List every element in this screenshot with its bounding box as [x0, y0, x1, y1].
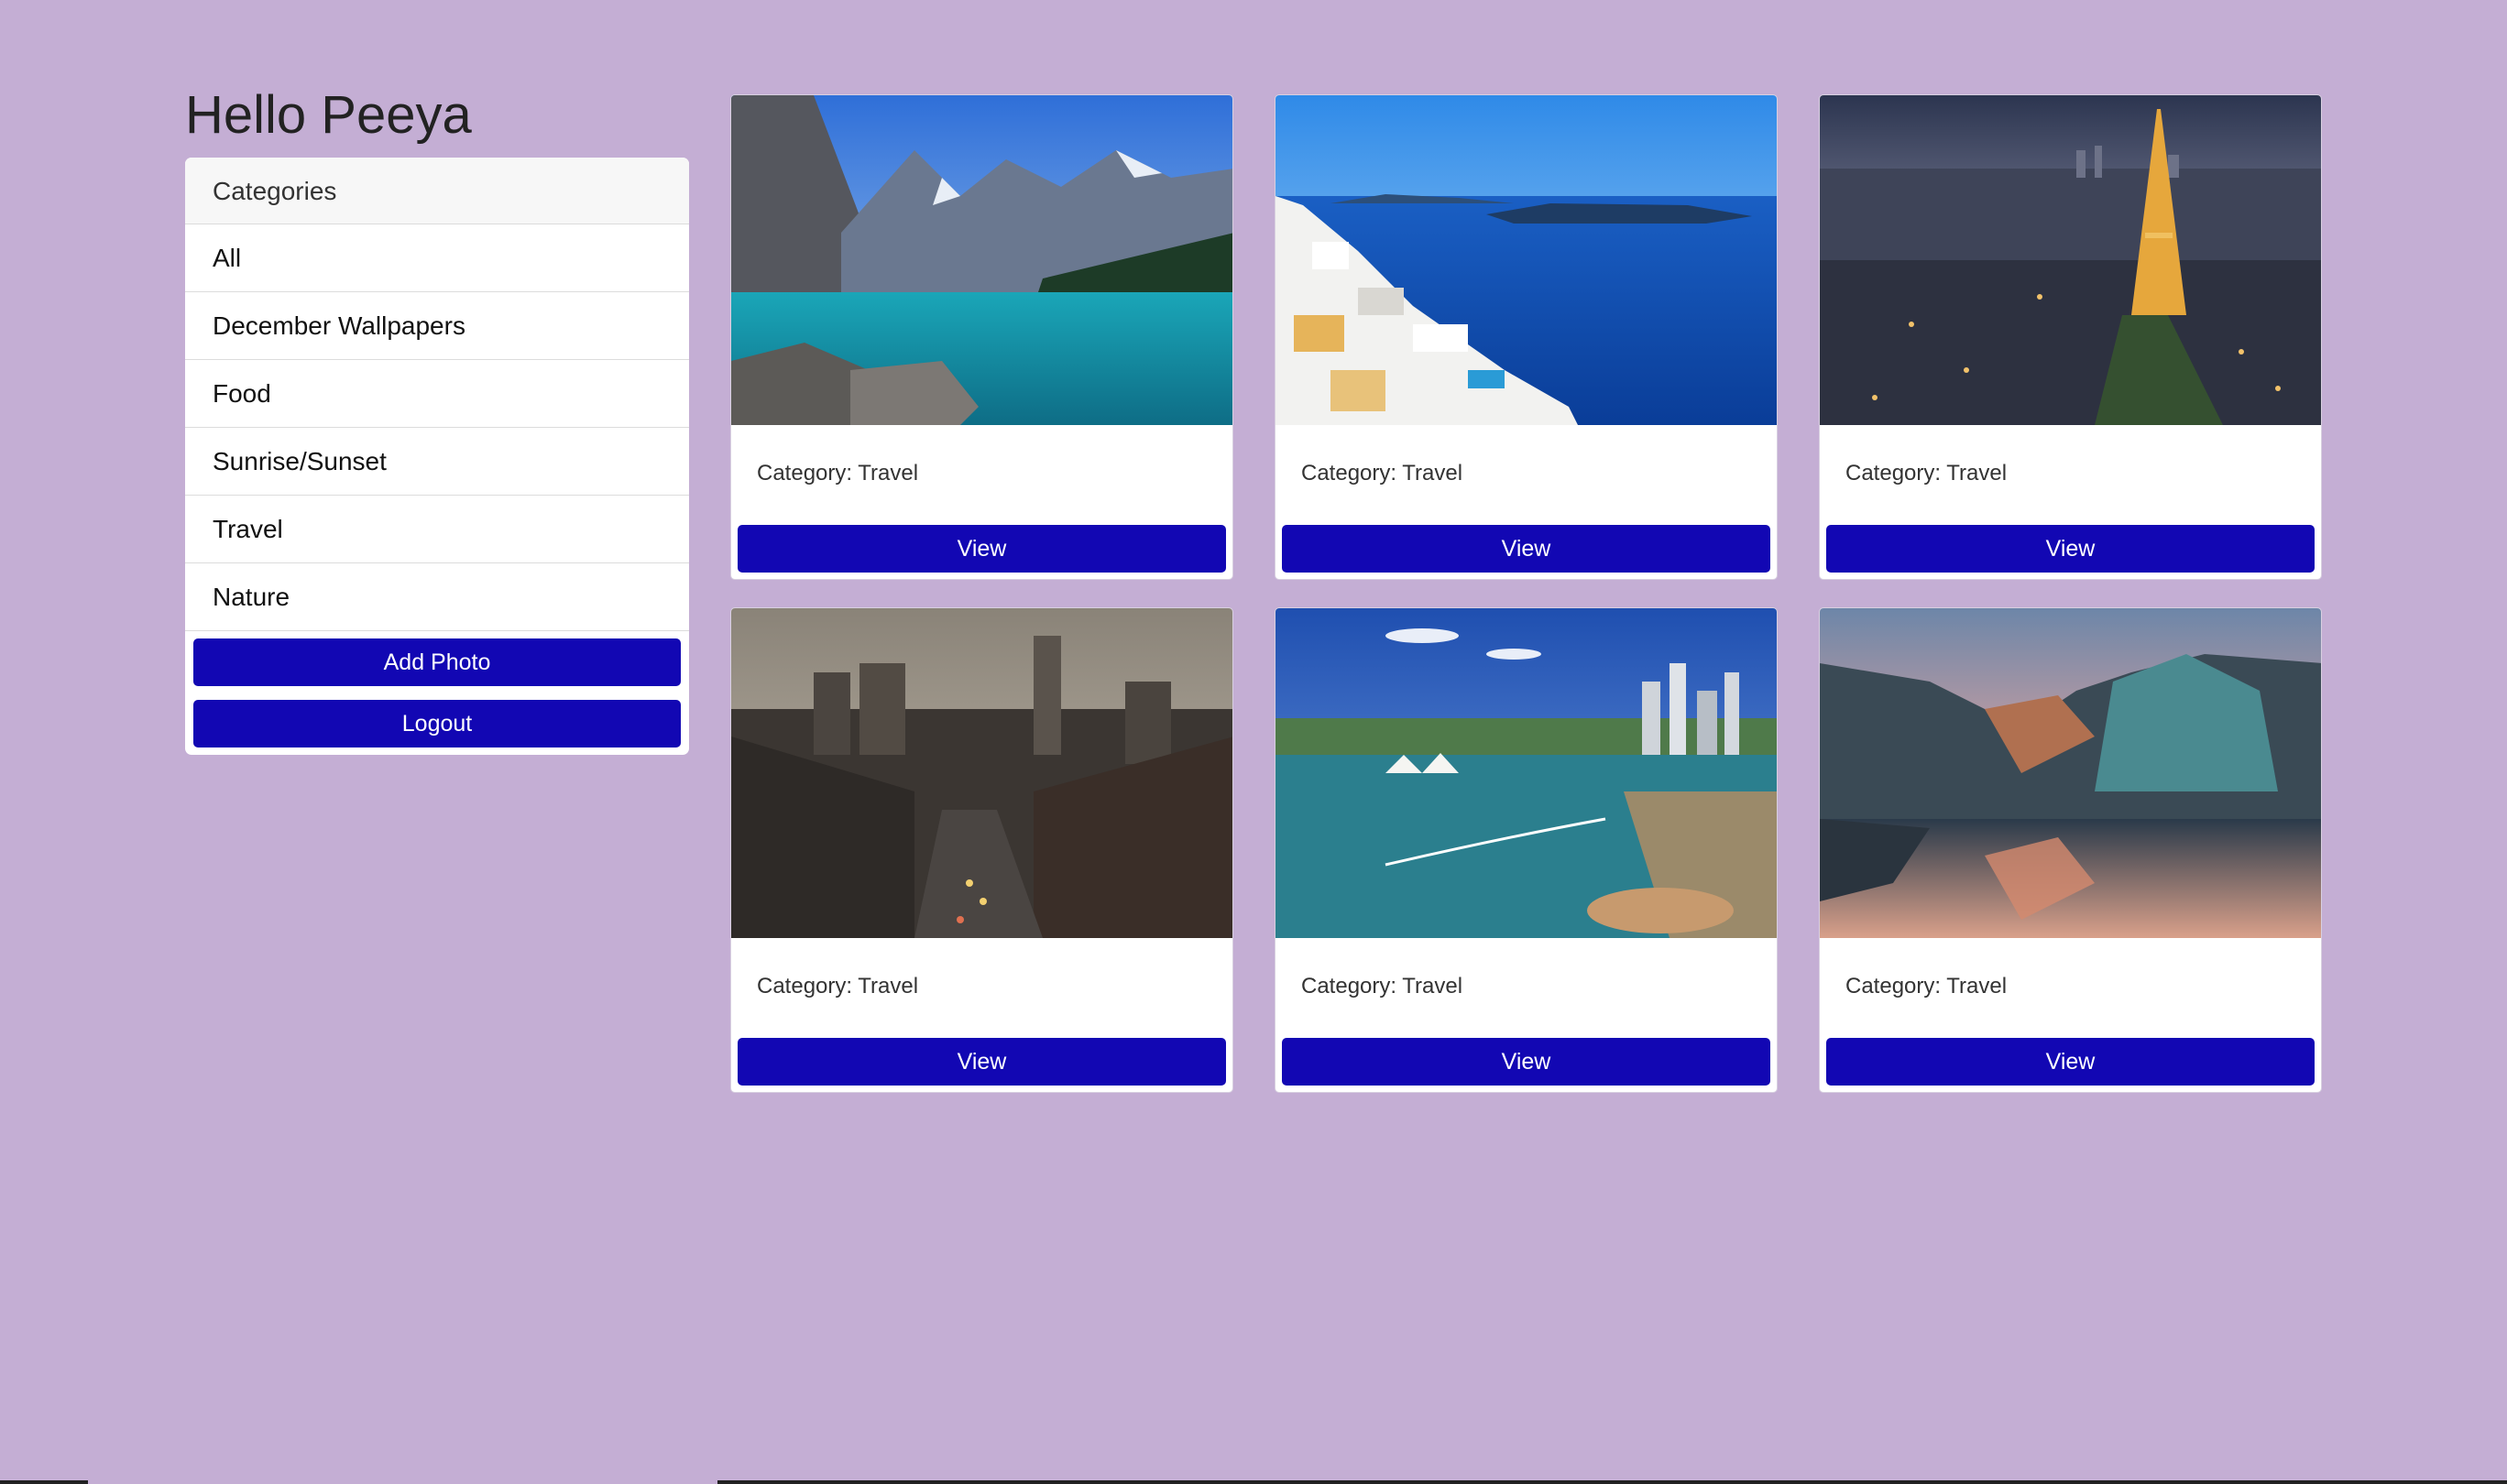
- category-item-sunrise-sunset[interactable]: Sunrise/Sunset: [185, 428, 689, 496]
- photo-thumbnail[interactable]: [1820, 608, 2321, 938]
- card-category-label: Category: Travel: [757, 461, 919, 486]
- photo-card: Category: Travel View: [730, 94, 1233, 580]
- add-photo-button[interactable]: Add Photo: [193, 638, 681, 686]
- photo-thumbnail[interactable]: [731, 608, 1232, 938]
- view-button[interactable]: View: [1282, 525, 1770, 573]
- view-button[interactable]: View: [1282, 1038, 1770, 1086]
- taskbar-edge: [717, 1480, 2507, 1484]
- category-item-all[interactable]: All: [185, 224, 689, 292]
- taskbar-edge: [0, 1480, 88, 1484]
- category-item-food[interactable]: Food: [185, 360, 689, 428]
- card-category-label: Category: Travel: [1301, 974, 1463, 998]
- view-button[interactable]: View: [738, 1038, 1226, 1086]
- categories-header: Categories: [185, 158, 689, 224]
- view-button[interactable]: View: [1826, 525, 2315, 573]
- category-item-nature[interactable]: Nature: [185, 563, 689, 631]
- view-button[interactable]: View: [738, 525, 1226, 573]
- photo-card: Category: Travel View: [1819, 94, 2322, 580]
- photo-card: Category: Travel View: [1275, 94, 1778, 580]
- photo-card: Category: Travel View: [730, 607, 1233, 1093]
- page-greeting: Hello Peeya: [185, 85, 472, 145]
- category-list: All December Wallpapers Food Sunrise/Sun…: [185, 224, 689, 631]
- photo-thumbnail[interactable]: [1275, 608, 1777, 938]
- photo-card: Category: Travel View: [1275, 607, 1778, 1093]
- category-item-travel[interactable]: Travel: [185, 496, 689, 563]
- logout-button[interactable]: Logout: [193, 700, 681, 747]
- photo-thumbnail[interactable]: [731, 95, 1232, 425]
- card-category-label: Category: Travel: [1845, 461, 2008, 486]
- photo-thumbnail[interactable]: [1820, 95, 2321, 425]
- photo-thumbnail[interactable]: [1275, 95, 1777, 425]
- photo-card: Category: Travel View: [1819, 607, 2322, 1093]
- card-category-label: Category: Travel: [1301, 461, 1463, 486]
- card-category-label: Category: Travel: [757, 974, 919, 998]
- category-item-december-wallpapers[interactable]: December Wallpapers: [185, 292, 689, 360]
- view-button[interactable]: View: [1826, 1038, 2315, 1086]
- categories-panel: Categories All December Wallpapers Food …: [185, 158, 689, 755]
- card-category-label: Category: Travel: [1845, 974, 2008, 998]
